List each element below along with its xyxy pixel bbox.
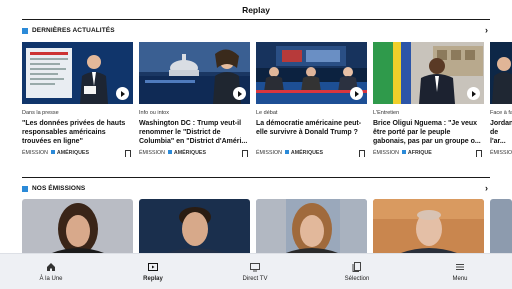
card-meta: ÉMISSION AFRIQUE (373, 150, 484, 158)
card-type: ÉMISSIO (490, 150, 512, 156)
card-tag[interactable]: AFRIQUE (408, 150, 432, 156)
card-title[interactable]: La démocratie américaine peut-elle survi… (256, 119, 367, 146)
video-card[interactable]: Info ou intox Washington DC : Trump veut… (139, 42, 250, 158)
bookmark-icon[interactable] (242, 150, 248, 157)
thumbnail-image (490, 42, 512, 104)
nav-item-selection[interactable]: Sélection (306, 254, 408, 289)
card-meta: ÉMISSIO (490, 150, 512, 158)
card-tag[interactable]: AMÉRIQUES (57, 150, 89, 156)
video-card[interactable]: Le débat La démocratie américaine peut-e… (256, 42, 367, 158)
card-title[interactable]: Jordan... de l'ar... (490, 119, 512, 146)
replay-icon (148, 263, 158, 271)
show-image (373, 199, 484, 253)
card-kicker: Dans la presse (22, 110, 59, 116)
bookmark-icon[interactable] (359, 150, 365, 157)
card-title[interactable]: Brice Oligui Nguema : "Je veux être port… (373, 119, 484, 146)
section-header-latest[interactable]: DERNIÈRES ACTUALITÉS › (22, 25, 490, 38)
section-header-shows[interactable]: NOS ÉMISSIONS › (22, 183, 490, 196)
card-type: ÉMISSION (256, 150, 282, 156)
play-icon[interactable] (350, 87, 363, 100)
nav-label: Direct TV (242, 276, 268, 282)
play-icon[interactable] (116, 87, 129, 100)
card-kicker: L'Entretien (373, 110, 400, 116)
nav-label: À la Une (39, 276, 63, 282)
nav-item-replay[interactable]: Replay (102, 254, 204, 289)
show-card[interactable] (139, 199, 250, 253)
bookmark-icon[interactable] (125, 150, 131, 157)
show-image (22, 199, 133, 253)
video-card[interactable]: Face à fa Jordan... de l'ar... ÉMISSIO (490, 42, 512, 158)
section-marker (22, 186, 28, 192)
video-thumbnail[interactable] (256, 42, 367, 104)
show-image (256, 199, 367, 253)
card-type: ÉMISSION (139, 150, 165, 156)
top-bar: Replay (0, 0, 512, 15)
tag-marker (50, 150, 55, 154)
video-card[interactable]: L'Entretien Brice Oligui Nguema : "Je ve… (373, 42, 484, 158)
section-title-latest: DERNIÈRES ACTUALITÉS (32, 27, 115, 34)
card-title[interactable]: Washington DC : Trump veut-il renommer l… (139, 119, 250, 146)
play-icon[interactable] (233, 87, 246, 100)
nav-item-direct-tv[interactable]: Direct TV (204, 254, 306, 289)
nav-label: Replay (143, 276, 163, 282)
nav-item-menu[interactable]: Menu (408, 254, 512, 289)
show-card[interactable] (373, 199, 484, 253)
card-kicker: Le débat (256, 110, 278, 116)
tag-marker (284, 150, 289, 154)
video-card[interactable]: Dans la presse "Les données privées de h… (22, 42, 133, 158)
tv-icon (250, 263, 260, 272)
card-kicker: Info ou intox (139, 110, 169, 116)
video-thumbnail[interactable] (22, 42, 133, 104)
card-type: ÉMISSION (22, 150, 48, 156)
tag-marker (167, 150, 172, 154)
card-meta: ÉMISSION AMÉRIQUES (139, 150, 250, 158)
home-icon (47, 263, 55, 271)
show-card[interactable] (490, 199, 512, 253)
show-image (490, 199, 512, 253)
nav-label: Menu (452, 276, 468, 282)
show-card[interactable] (256, 199, 367, 253)
card-tag[interactable]: AMÉRIQUES (174, 150, 206, 156)
card-kicker: Face à fa (490, 110, 512, 116)
chevron-right-icon[interactable]: › (485, 25, 488, 35)
show-card[interactable] (22, 199, 133, 253)
bookmark-icon[interactable] (476, 150, 482, 157)
nav-item-home[interactable]: À la Une (0, 254, 102, 289)
section-divider (22, 177, 490, 178)
bottom-navigation: À la Une Replay Direct TV Sélection Menu (0, 253, 512, 289)
section-divider (22, 19, 490, 20)
nav-label: Sélection (344, 276, 370, 282)
video-thumbnail[interactable] (139, 42, 250, 104)
video-thumbnail[interactable] (490, 42, 512, 104)
section-title-shows: NOS ÉMISSIONS (32, 185, 86, 192)
card-title[interactable]: "Les données privées de hauts responsabl… (22, 119, 133, 146)
play-icon[interactable] (467, 87, 480, 100)
menu-icon (456, 264, 464, 270)
card-meta: ÉMISSION AMÉRIQUES (22, 150, 133, 158)
section-marker (22, 28, 28, 34)
video-thumbnail[interactable] (373, 42, 484, 104)
tag-marker (401, 150, 406, 154)
page-title: Replay (242, 5, 270, 15)
card-tag[interactable]: AMÉRIQUES (291, 150, 323, 156)
selection-icon (352, 262, 361, 272)
card-type: ÉMISSION (373, 150, 399, 156)
card-meta: ÉMISSION AMÉRIQUES (256, 150, 367, 158)
chevron-right-icon[interactable]: › (485, 183, 488, 193)
show-image (139, 199, 250, 253)
